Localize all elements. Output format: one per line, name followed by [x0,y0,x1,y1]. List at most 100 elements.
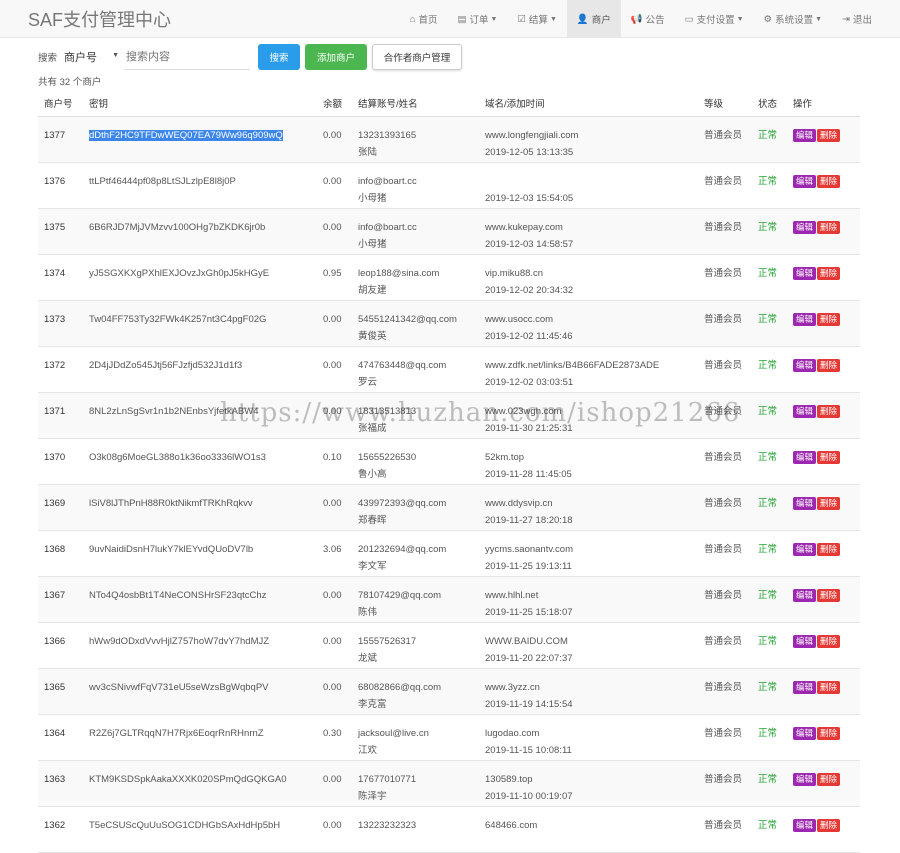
merchant-key[interactable]: KTM9KSDSpkAakaXXXK020SPmQdGQKGA0 [89,774,286,785]
merchant-key[interactable]: hWw9dODxdVvvHjlZ757hoW7dvY7hdMJZ [89,636,269,647]
merchant-key[interactable]: ttLPtf46444pf08p8LtSJLzlpE8l8j0P [89,176,236,187]
delete-button[interactable]: 删除 [817,819,841,832]
search-input[interactable] [124,44,251,70]
domain: 52km.top [485,452,525,463]
merchant-key[interactable]: 8NL2zLnSgSvr1n1b2NEnbsYjfetkABW4 [89,406,259,417]
edit-button[interactable]: 编辑 [793,543,817,556]
search-button[interactable]: 搜索 [258,44,301,70]
edit-button[interactable]: 编辑 [793,267,817,280]
merchant-key[interactable]: 2D4jJDdZo545Jtj56FJzfjd532J1d1f3 [89,360,242,371]
edit-button[interactable]: 编辑 [793,589,817,602]
delete-button[interactable]: 删除 [817,681,841,694]
table-row: 1366 hWw9dODxdVvvHjlZ757hoW7dvY7hdMJZ 0.00… [38,622,860,669]
settlement-account: info@boart.cc [358,222,417,233]
merchant-id: 1371 [38,392,83,439]
balance: 0.00 [317,162,352,209]
account-name: 李克富 [358,699,387,710]
account-name: 江欢 [358,745,378,756]
delete-button[interactable]: 删除 [817,727,841,740]
merchant-key[interactable]: T5eCSUScQuUuSOG1CDHGbSAxHdHp5bH [89,820,280,831]
delete-button[interactable]: 删除 [817,543,841,556]
edit-button[interactable]: 编辑 [793,635,817,648]
nav-item-7[interactable]: ⇥ 退出 [832,0,882,38]
merchant-key[interactable]: Tw04FF753Ty32FWk4K257nt3C4pgF02G [89,314,266,325]
edit-button[interactable]: 编辑 [793,819,817,832]
edit-button[interactable]: 编辑 [793,175,817,188]
edit-button[interactable]: 编辑 [793,681,817,694]
merchant-key-cell: Tw04FF753Ty32FWk4K257nt3C4pgF02G [83,300,317,347]
nav-label: 系统设置 [775,15,814,26]
edit-button[interactable]: 编辑 [793,405,817,418]
merchant-id: 1362 [38,806,83,853]
edit-button[interactable]: 编辑 [793,451,817,464]
balance: 0.00 [317,760,352,807]
nav-item-6[interactable]: ⚙ 系统设置 ▼ [754,0,832,38]
edit-button[interactable]: 编辑 [793,313,817,326]
edit-button[interactable]: 编辑 [793,727,817,740]
table-row: 1375 6B6RJD7MjJVMzvv100OHg7bZKDK6jr0b 0.00… [38,208,860,255]
merchant-key[interactable]: O3k08g6MoeGL388o1k36oo3336lWO1s3 [89,452,266,463]
nav-item-3[interactable]: 👤 商户 [566,0,621,38]
merchant-key[interactable]: 6B6RJD7MjJVMzvv100OHg7bZKDK6jr0b [89,222,265,233]
delete-button[interactable]: 删除 [817,635,841,648]
merchant-key[interactable]: yJ5SGXKXgPXhlEXJOvzJxGh0pJ5kHGyE [89,268,269,279]
delete-button[interactable]: 删除 [817,221,841,234]
edit-button[interactable]: 编辑 [793,497,817,510]
add-merchant-button[interactable]: 添加商户 [305,44,368,70]
nav-item-5[interactable]: ▭ 支付设置 ▼ [675,0,754,38]
edit-button[interactable]: 编辑 [793,773,817,786]
balance: 0.00 [317,622,352,669]
account-cell: leop188@sina.com 胡友建 [352,254,479,301]
delete-button[interactable]: 删除 [817,589,841,602]
delete-button[interactable]: 删除 [817,267,841,280]
nav-item-1[interactable]: ▤ 订单 ▼ [447,0,507,38]
domain: www.ddysvip.cn [485,498,553,509]
settlement-account: 54551241342@qq.com [358,314,457,325]
merchant-key[interactable]: 9uvNaidiDsnH7lukY7klEYvdQUoDV7lb [89,544,253,555]
domain: yycms.saonantv.com [485,544,573,555]
status: 正常 [752,300,787,347]
merchant-key[interactable]: wv3cSNivwfFqV731eU5seWzsBgWqbqPV [89,682,269,693]
main-nav: ⌂ 首页 ▤ 订单 ▼ ☑ 结算 ▼ 👤 商户 📢 公告 ▭ 支付设置 ▼ ⚙ 系统设置 ▼ ⇥ 退出 [400,0,882,38]
account-cell: 13231393165 张陆 [352,116,479,163]
table-row: 1370 O3k08g6MoeGL388o1k36oo3336lWO1s3 0.10… [38,438,860,485]
search-type-select[interactable]: 商户号 ▼ [61,46,121,68]
delete-button[interactable]: 删除 [817,451,841,464]
merchant-key[interactable]: lSiV8lJThPnH88R0ktNikmfTRKhRqkvv [89,498,253,509]
list-icon: ▤ [457,13,467,25]
partner-merchant-button[interactable]: 合作者商户管理 [372,44,463,70]
settlement-account: 201232694@qq.com [358,544,447,555]
account-cell: 474763448@qq.com 罗云 [352,346,479,393]
balance: 0.00 [317,806,352,853]
added-time: 2019-12-02 20:34:32 [485,285,574,296]
delete-button[interactable]: 删除 [817,313,841,326]
delete-button[interactable]: 删除 [817,129,841,142]
delete-button[interactable]: 删除 [817,497,841,510]
merchant-id: 1373 [38,300,83,347]
table-row: 1365 wv3cSNivwfFqV731eU5seWzsBgWqbqPV 0.00… [38,668,860,715]
brand-title[interactable]: SAF支付管理中心 [28,6,171,32]
status: 正常 [752,622,787,669]
edit-button[interactable]: 编辑 [793,359,817,372]
account-cell: jacksoul@live.cn 江欢 [352,714,479,761]
member-level: 普通会员 [698,162,752,209]
account-name: 陈伟 [358,607,378,618]
balance: 0.95 [317,254,352,301]
nav-item-2[interactable]: ☑ 结算 ▼ [507,0,566,38]
edit-button[interactable]: 编辑 [793,129,817,142]
merchant-key[interactable]: dDthF2HC9TFDwWEQ07EA79Ww96q909wQ [89,130,283,141]
nav-item-4[interactable]: 📢 公告 [621,0,675,38]
member-level: 普通会员 [698,346,752,393]
domain-cell: WWW.BAIDU.COM 2019-11-20 22:07:37 [479,622,698,669]
edit-button[interactable]: 编辑 [793,221,817,234]
account-cell: info@boart.cc 小母猪 [352,162,479,209]
actions-cell: 编辑 删除 [787,530,860,577]
merchant-key[interactable]: R2Z6j7GLTRqqN7H7Rjx6EoqrRnRHnrnZ [89,728,264,739]
nav-item-0[interactable]: ⌂ 首页 [400,0,448,38]
delete-button[interactable]: 删除 [817,773,841,786]
merchant-key[interactable]: NTo4Q4osbBt1T4NeCONSHrSF23qtcChz [89,590,266,601]
delete-button[interactable]: 删除 [817,359,841,372]
delete-button[interactable]: 删除 [817,175,841,188]
delete-button[interactable]: 删除 [817,405,841,418]
member-level: 普通会员 [698,254,752,301]
